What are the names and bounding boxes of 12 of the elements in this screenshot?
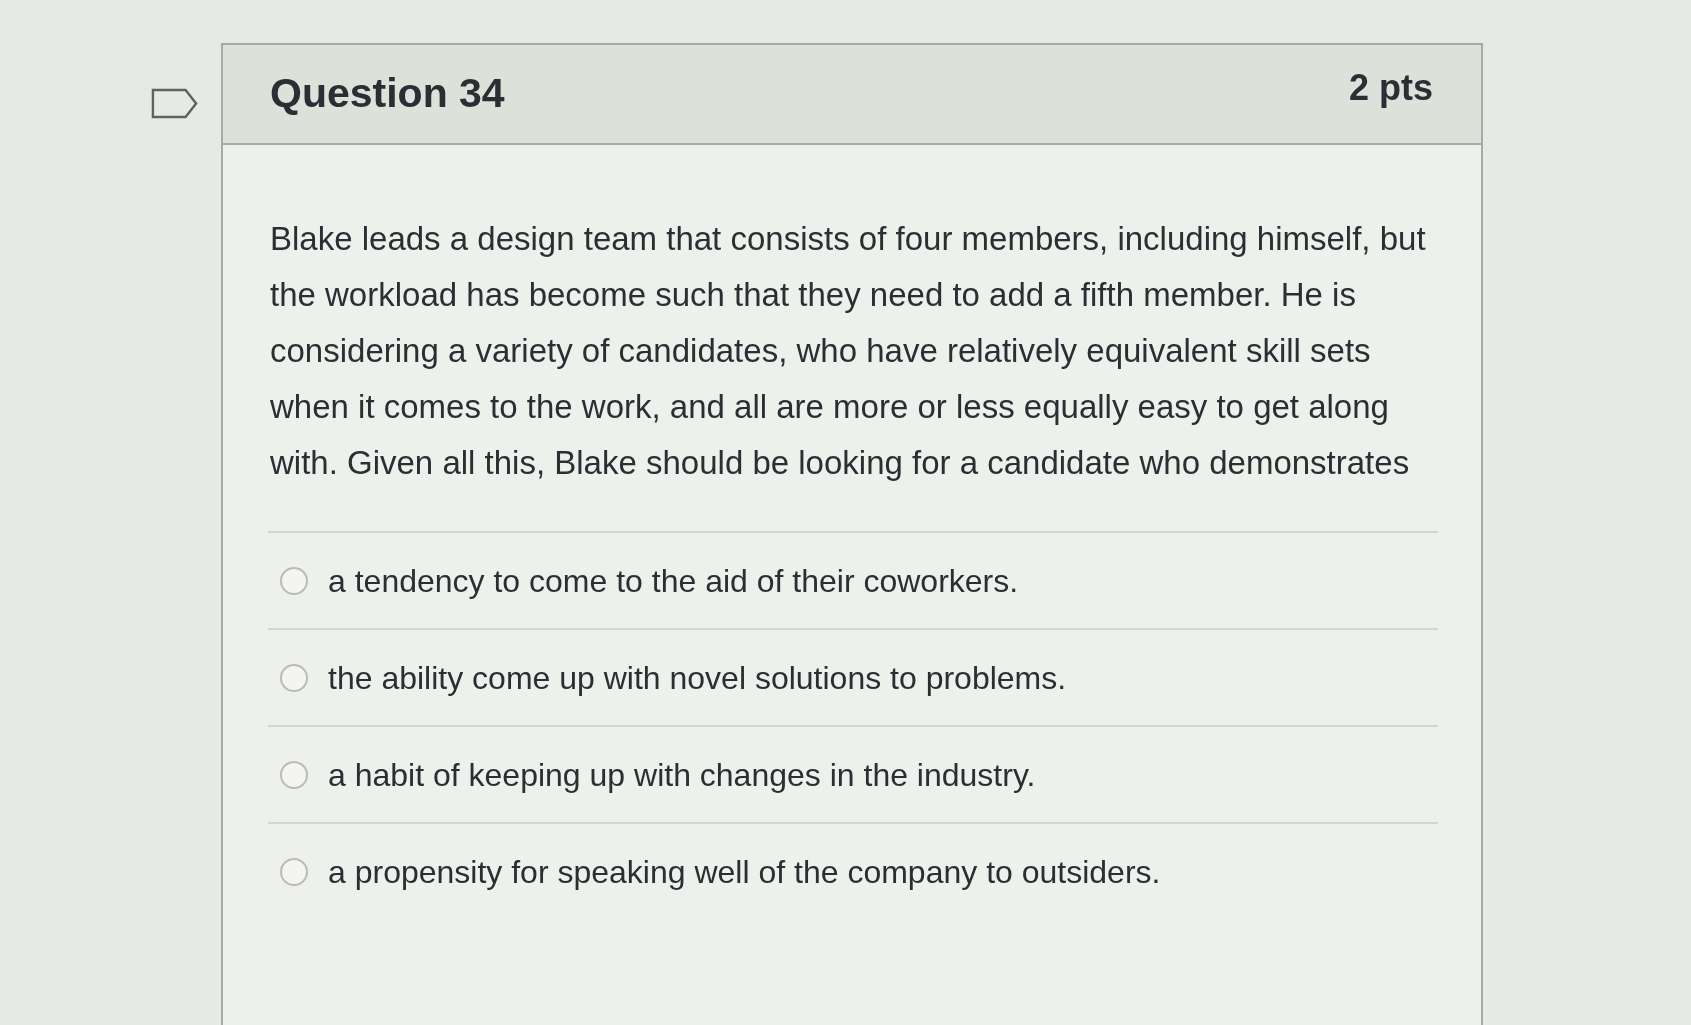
radio-button[interactable] (280, 663, 308, 692)
radio-button[interactable] (280, 857, 308, 886)
radio-button[interactable] (280, 760, 308, 789)
answer-text: a propensity for speaking well of the company to outsiders. (328, 852, 1161, 892)
answer-text: the ability come up with novel solutions to problems. (328, 658, 1067, 698)
question-title: Question 34 (270, 69, 505, 119)
question-text: Blake leads a design team that consists of four members, including himself, but the workload has become such that they need to add a fifth member. He is considering a variety of candidates, who have relatively equivalent skill sets when it comes to the work, and all are more or less equally easy to get along with. Given all this, Blake should be looking for a candidate who demonstrates (270, 219, 1427, 483)
answer-text: a habit of keeping up with changes in the industry. (328, 755, 1036, 795)
radio-button[interactable] (280, 566, 308, 595)
points-label: 2 pts (1348, 66, 1433, 110)
answer-text: a tendency to come to the aid of their coworkers. (328, 561, 1019, 601)
tag-icon[interactable] (151, 88, 199, 119)
